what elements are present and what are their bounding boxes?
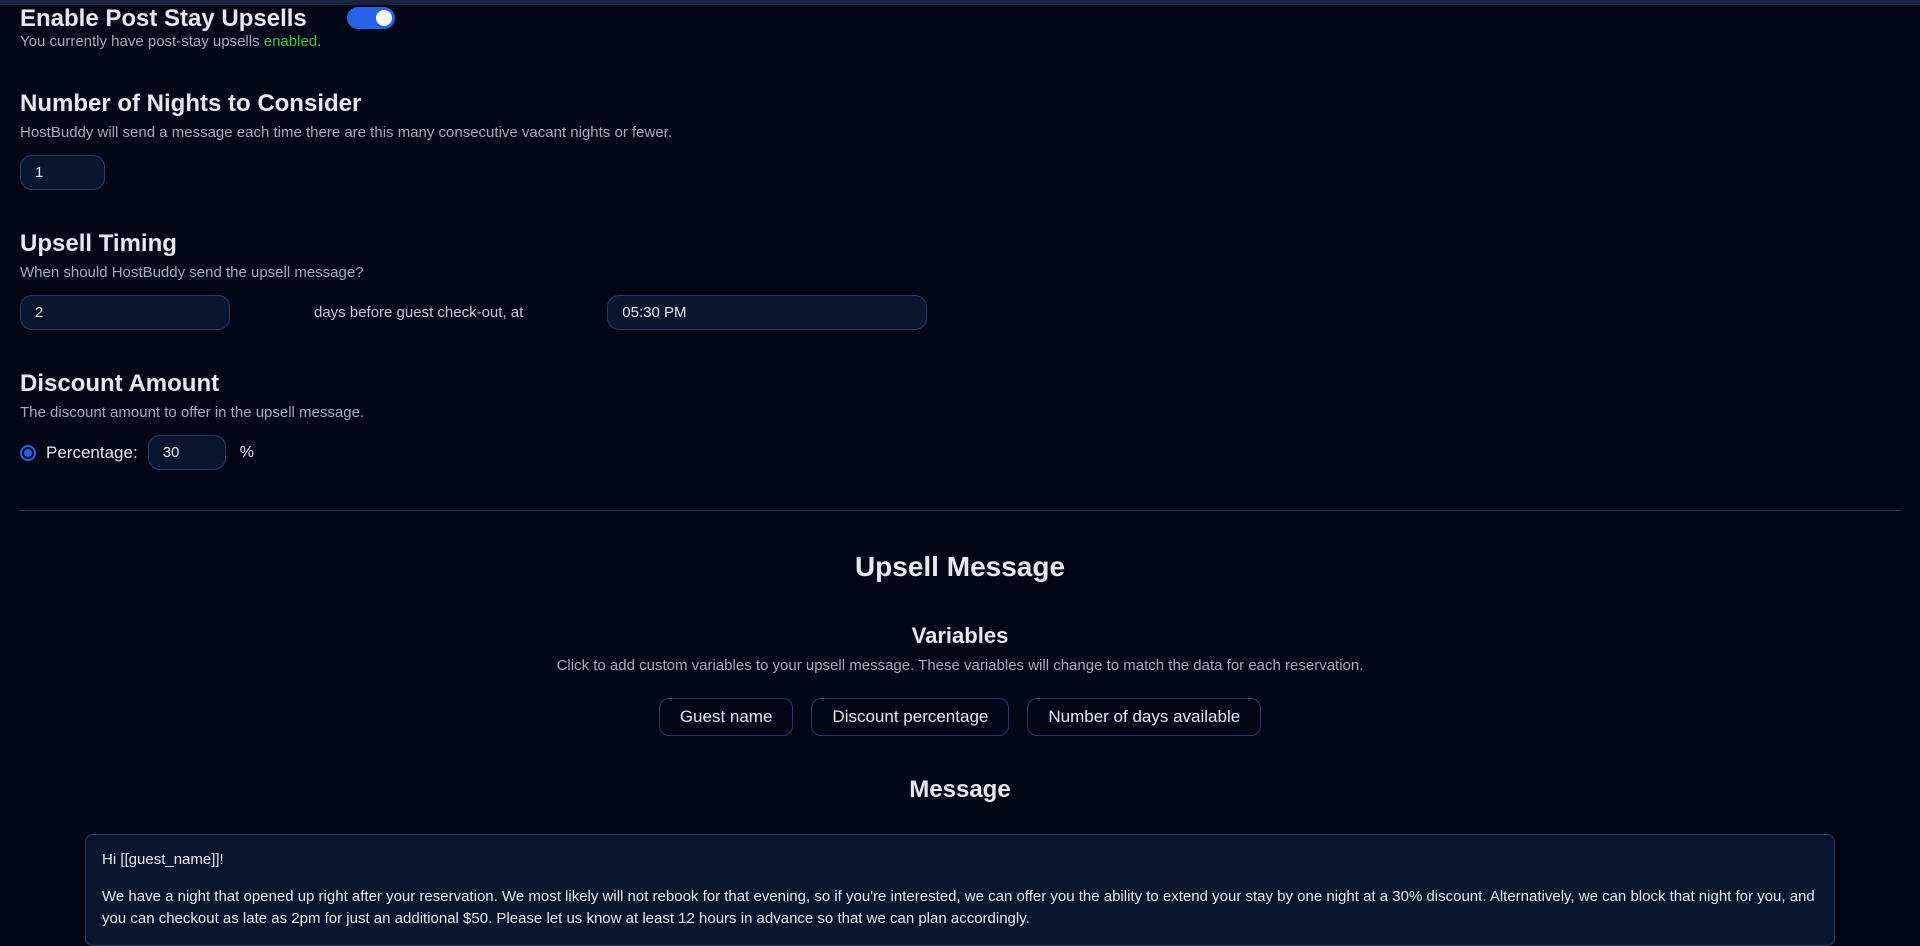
discount-value-input[interactable] [148, 435, 226, 470]
message-greeting: Hi [[guest_name]]! [102, 849, 1818, 872]
nights-input[interactable] [20, 155, 105, 190]
percent-sign: % [240, 444, 254, 462]
pill-num-days[interactable]: Number of days available [1027, 698, 1261, 736]
enable-status: enabled [264, 33, 317, 50]
variable-pills: Guest name Discount percentage Number of… [20, 698, 1900, 736]
discount-title: Discount Amount [20, 370, 1900, 398]
enable-section: Enable Post Stay Upsells You currently h… [20, 5, 1900, 50]
discount-desc: The discount amount to offer in the upse… [20, 404, 1900, 421]
timing-days-input[interactable] [20, 295, 230, 330]
pill-guest-name[interactable]: Guest name [659, 698, 794, 736]
settings-content: Enable Post Stay Upsells You currently h… [0, 5, 1920, 946]
nights-title: Number of Nights to Consider [20, 90, 1900, 118]
timing-row: days before guest check-out, at [20, 295, 1900, 330]
timing-desc: When should HostBuddy send the upsell me… [20, 264, 1900, 281]
message-heading: Message [20, 776, 1900, 804]
nights-section: Number of Nights to Consider HostBuddy w… [20, 90, 1900, 190]
enable-desc-prefix: You currently have post-stay upsells [20, 33, 264, 50]
timing-section: Upsell Timing When should HostBuddy send… [20, 230, 1900, 330]
divider [20, 510, 1900, 511]
upsell-message-section: Upsell Message Variables Click to add cu… [20, 551, 1900, 804]
radio-dot [24, 449, 32, 457]
timing-time-input[interactable] [607, 295, 927, 330]
percentage-label: Percentage: [46, 443, 138, 463]
upsell-heading: Upsell Message [20, 551, 1900, 583]
message-body: We have a night that opened up right aft… [102, 886, 1818, 931]
variables-desc: Click to add custom variables to your up… [20, 657, 1900, 674]
enable-desc-suffix: . [317, 33, 321, 50]
discount-row: Percentage: % [20, 435, 1900, 470]
timing-title: Upsell Timing [20, 230, 1900, 258]
toggle-knob [376, 10, 392, 26]
timing-mid-label: days before guest check-out, at [314, 304, 523, 321]
pill-discount-percentage[interactable]: Discount percentage [811, 698, 1009, 736]
variables-heading: Variables [20, 623, 1900, 649]
enable-desc: You currently have post-stay upsells ena… [20, 33, 1900, 50]
nights-desc: HostBuddy will send a message each time … [20, 124, 1900, 141]
message-textarea[interactable]: Hi [[guest_name]]! We have a night that … [85, 834, 1835, 946]
percentage-radio[interactable] [20, 445, 36, 461]
discount-section: Discount Amount The discount amount to o… [20, 370, 1900, 470]
enable-title: Enable Post Stay Upsells [20, 5, 307, 33]
enable-toggle[interactable] [347, 7, 395, 29]
